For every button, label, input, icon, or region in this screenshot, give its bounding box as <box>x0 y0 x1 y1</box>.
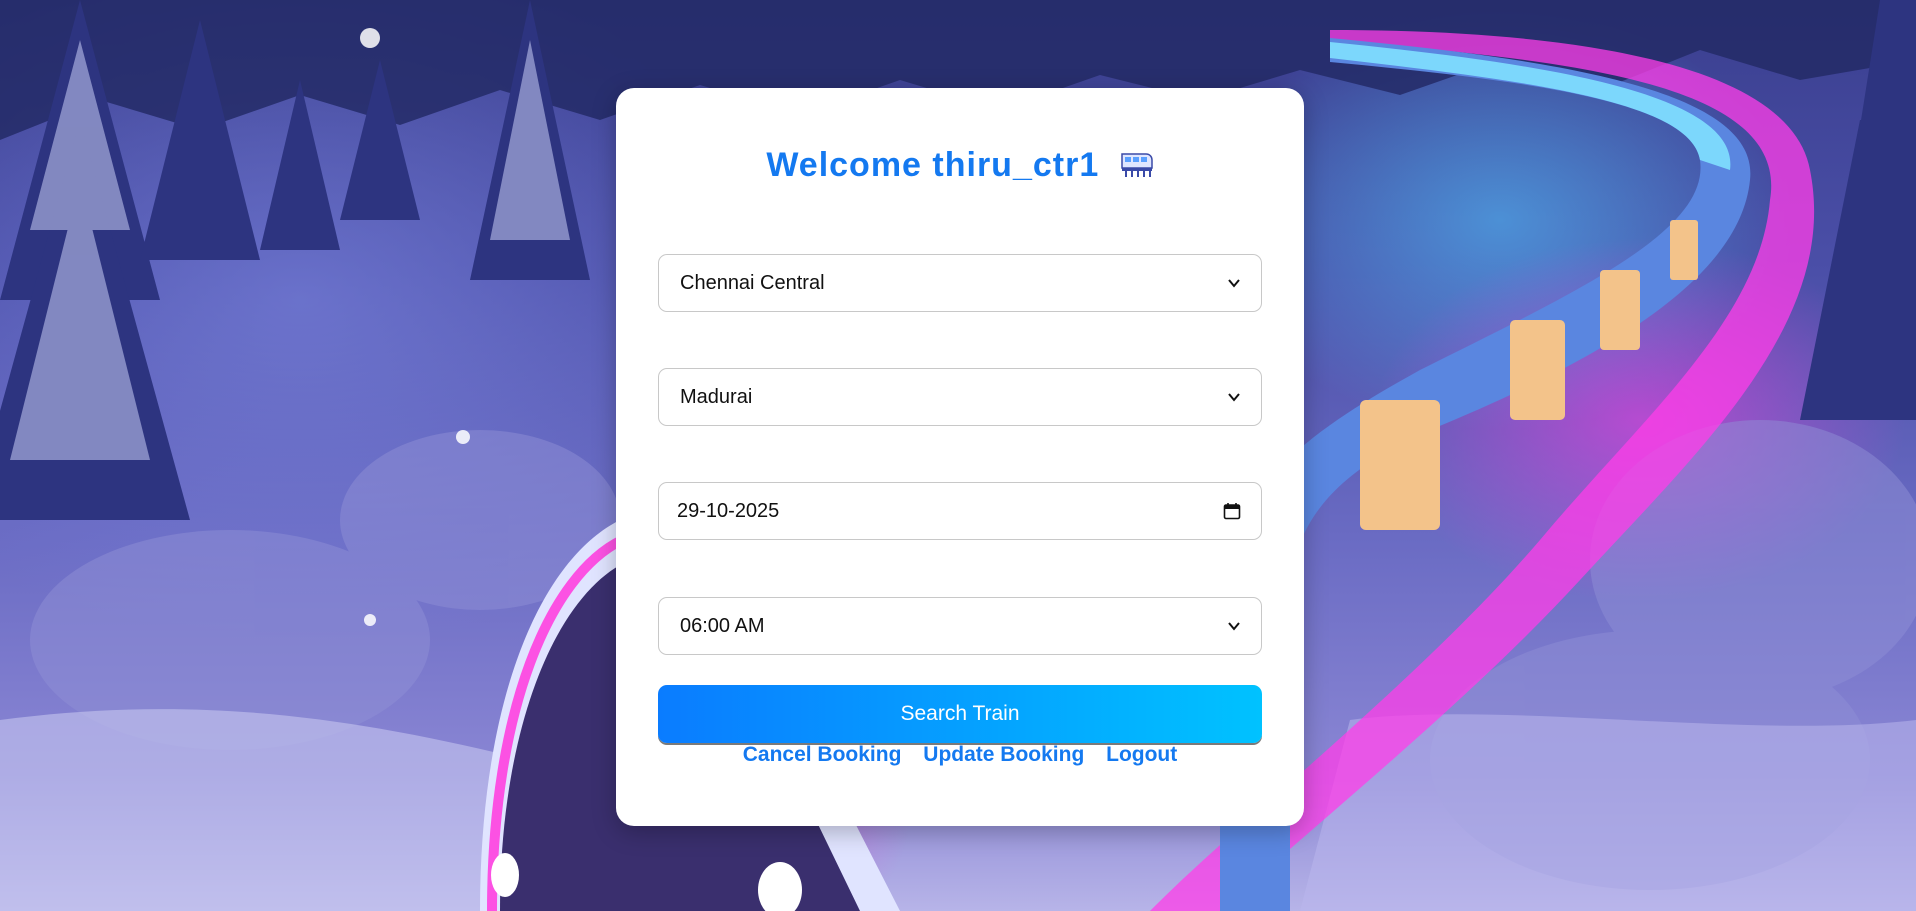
date-value: 29-10-2025 <box>677 499 780 522</box>
chevron-down-icon <box>1228 393 1240 402</box>
from-station-select[interactable]: Chennai Central <box>658 254 1262 312</box>
cancel-booking-link[interactable]: Cancel Booking <box>743 743 902 766</box>
calendar-icon[interactable] <box>1223 502 1241 520</box>
action-links: Cancel Booking Update Booking Logout <box>616 743 1304 767</box>
time-select[interactable]: 06:00 AM <box>658 597 1262 655</box>
chevron-down-icon <box>1228 279 1240 288</box>
to-station-select[interactable]: Madurai <box>658 368 1262 426</box>
update-booking-link[interactable]: Update Booking <box>923 743 1084 766</box>
search-train-button[interactable]: Search Train <box>658 685 1262 743</box>
to-station-value: Madurai <box>680 385 753 408</box>
welcome-text: Welcome thiru_ctr1 <box>766 146 1100 184</box>
time-value: 06:00 AM <box>680 614 765 637</box>
from-station-value: Chennai Central <box>680 271 825 294</box>
train-icon <box>1120 153 1153 177</box>
logout-link[interactable]: Logout <box>1106 743 1177 766</box>
date-input[interactable]: 29-10-2025 <box>658 482 1262 540</box>
chevron-down-icon <box>1228 622 1240 631</box>
booking-card: Welcome thiru_ctr1 Chennai Central Madur… <box>616 88 1304 826</box>
welcome-heading: Welcome thiru_ctr1 <box>616 146 1304 185</box>
